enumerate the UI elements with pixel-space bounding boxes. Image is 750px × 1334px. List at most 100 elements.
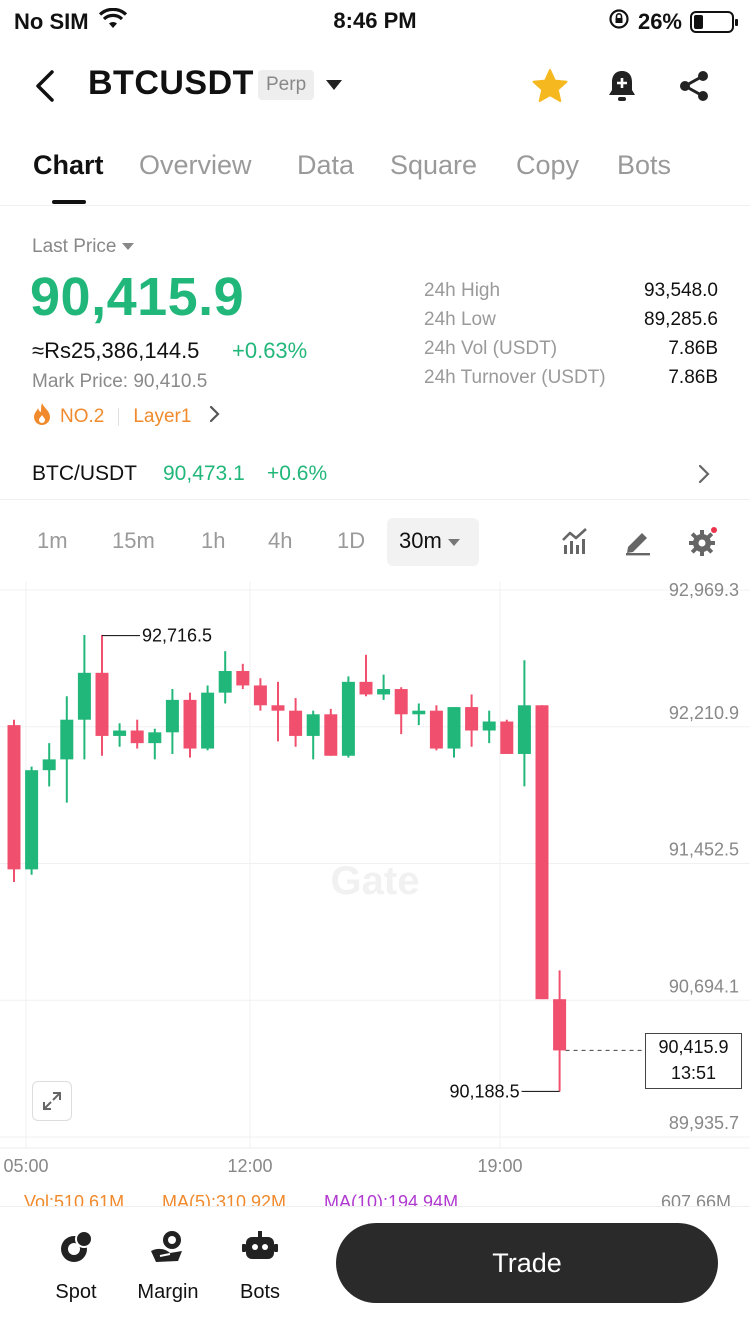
candle-body bbox=[289, 710, 303, 736]
tab-overview[interactable]: Overview bbox=[139, 150, 252, 181]
interval-1d[interactable]: 1D bbox=[337, 528, 365, 554]
candle-body bbox=[394, 689, 408, 715]
last-price-value: 90,415.9 bbox=[30, 267, 245, 327]
bottom-action-bar: Spot Margin Bots Trade bbox=[0, 1206, 750, 1334]
candle-body bbox=[130, 730, 144, 744]
price-axis-label: 92,969.3 bbox=[669, 582, 739, 600]
chart-svg[interactable]: Gate 92,716.5 90,188.5 92,969.3 92,210.9 91… bbox=[0, 580, 750, 1182]
spot-icon bbox=[36, 1225, 116, 1269]
stat-24h-turnover: 24h Turnover (USDT) 7.86B bbox=[424, 367, 718, 396]
stat-24h-high: 24h High 93,548.0 bbox=[424, 280, 718, 309]
fiat-price: ≈Rs25,386,144.5 bbox=[32, 338, 200, 363]
nav-margin[interactable]: Margin bbox=[128, 1225, 208, 1304]
candle-body bbox=[253, 685, 267, 706]
stat-24h-vol: 24h Vol (USDT) 7.86B bbox=[424, 338, 718, 367]
last-price-selector[interactable]: Last Price bbox=[32, 236, 135, 258]
current-price-label: 90,415.9 13:51 bbox=[645, 1033, 742, 1089]
candle-body bbox=[60, 719, 74, 760]
candle-body bbox=[377, 689, 391, 695]
margin-icon bbox=[128, 1225, 208, 1269]
share-icon[interactable] bbox=[672, 64, 716, 108]
back-arrow-icon[interactable] bbox=[30, 64, 60, 108]
time-axis-label: 05:00 bbox=[3, 1156, 48, 1176]
nav-margin-label: Margin bbox=[137, 1281, 199, 1303]
watermark-text: Gate bbox=[331, 859, 420, 903]
star-icon[interactable] bbox=[528, 64, 572, 108]
stat-value: 7.86B bbox=[668, 367, 718, 388]
chevron-down-icon bbox=[447, 538, 460, 546]
candle-body bbox=[148, 732, 162, 744]
draw-pen-icon[interactable] bbox=[623, 526, 655, 558]
nav-bots-label: Bots bbox=[239, 1281, 281, 1303]
candlestick-chart[interactable]: Gate 92,716.5 90,188.5 92,969.3 92,210.9 91… bbox=[0, 580, 750, 1182]
tag-row[interactable]: NO.2 Layer1 bbox=[32, 402, 221, 432]
high-marker-label: 92,716.5 bbox=[142, 626, 212, 646]
trade-button[interactable]: Trade bbox=[336, 1223, 718, 1303]
active-tab-indicator bbox=[52, 200, 86, 204]
time-axis-label: 19:00 bbox=[477, 1156, 522, 1176]
stat-24h-low: 24h Low 89,285.6 bbox=[424, 309, 718, 338]
candle-body bbox=[77, 672, 91, 720]
price-change-percent: +0.63% bbox=[232, 338, 308, 363]
interval-1m[interactable]: 1m bbox=[37, 528, 68, 554]
header: BTCUSDT Perp bbox=[0, 56, 750, 116]
price-axis-label: 92,210.9 bbox=[669, 703, 739, 723]
candle-body bbox=[236, 671, 250, 686]
candle-body bbox=[165, 699, 179, 733]
tab-data[interactable]: Data bbox=[297, 150, 354, 181]
candle-body bbox=[324, 714, 338, 756]
chevron-right-icon bbox=[209, 405, 221, 429]
tab-bots[interactable]: Bots bbox=[617, 150, 671, 181]
spot-pair-row[interactable]: BTC/USDT 90,473.1 +0.6% bbox=[0, 448, 750, 500]
candle-body bbox=[517, 705, 531, 754]
last-price-label: Last Price bbox=[32, 236, 117, 257]
candle-body bbox=[447, 707, 461, 749]
candle-body bbox=[7, 725, 21, 870]
tab-bar: Chart Overview Data Square Copy Bots bbox=[0, 150, 750, 206]
stats-panel: 24h High 93,548.0 24h Low 89,285.6 24h Vol… bbox=[424, 280, 718, 396]
battery-percent: 26% bbox=[637, 9, 682, 34]
tab-square[interactable]: Square bbox=[390, 150, 477, 181]
candle-body bbox=[465, 707, 479, 731]
candle-body bbox=[95, 672, 109, 736]
interval-15m[interactable]: 15m bbox=[112, 528, 155, 554]
symbol-title[interactable]: BTCUSDT bbox=[88, 64, 254, 103]
divider bbox=[118, 408, 120, 426]
price-alert-bell-icon[interactable] bbox=[600, 64, 644, 108]
interval-1h[interactable]: 1h bbox=[201, 528, 225, 554]
tab-copy[interactable]: Copy bbox=[516, 150, 579, 181]
current-price-value: 90,415.9 bbox=[658, 1037, 729, 1057]
settings-gear-icon[interactable] bbox=[686, 526, 718, 558]
indicators-icon[interactable] bbox=[560, 526, 592, 558]
candle-body bbox=[183, 699, 197, 749]
candle-body bbox=[271, 705, 285, 711]
robot-icon bbox=[220, 1225, 300, 1269]
candle-body bbox=[359, 681, 373, 695]
candle-body bbox=[201, 692, 215, 749]
stat-label: 24h Turnover (USDT) bbox=[424, 367, 606, 388]
stat-value: 93,548.0 bbox=[644, 280, 718, 301]
expand-icon[interactable] bbox=[32, 1081, 72, 1121]
interval-4h[interactable]: 4h bbox=[268, 528, 292, 554]
candle-body bbox=[218, 671, 232, 693]
nav-bots[interactable]: Bots bbox=[220, 1225, 300, 1304]
price-axis-label: 89,935.7 bbox=[669, 1113, 739, 1133]
chevron-down-icon bbox=[122, 243, 135, 251]
selected-interval: 30m bbox=[399, 528, 442, 553]
nav-spot-label: Spot bbox=[55, 1281, 97, 1303]
interval-selector[interactable]: 30m bbox=[387, 518, 479, 566]
candle-body bbox=[553, 999, 567, 1051]
candle-countdown: 13:51 bbox=[670, 1063, 717, 1083]
stat-value: 7.86B bbox=[668, 338, 718, 359]
candle-body bbox=[429, 710, 443, 749]
tab-chart[interactable]: Chart bbox=[33, 150, 104, 181]
candle-body bbox=[306, 714, 320, 736]
symbol-dropdown-icon[interactable] bbox=[326, 80, 342, 90]
stat-label: 24h Vol (USDT) bbox=[424, 338, 558, 359]
stat-label: 24h High bbox=[424, 280, 501, 301]
perp-badge: Perp bbox=[258, 70, 315, 100]
nav-spot[interactable]: Spot bbox=[36, 1225, 116, 1304]
status-bar: No SIM 8:46 PM 26% bbox=[0, 0, 750, 42]
stat-value: 89,285.6 bbox=[644, 309, 718, 330]
candle-body bbox=[341, 681, 355, 756]
